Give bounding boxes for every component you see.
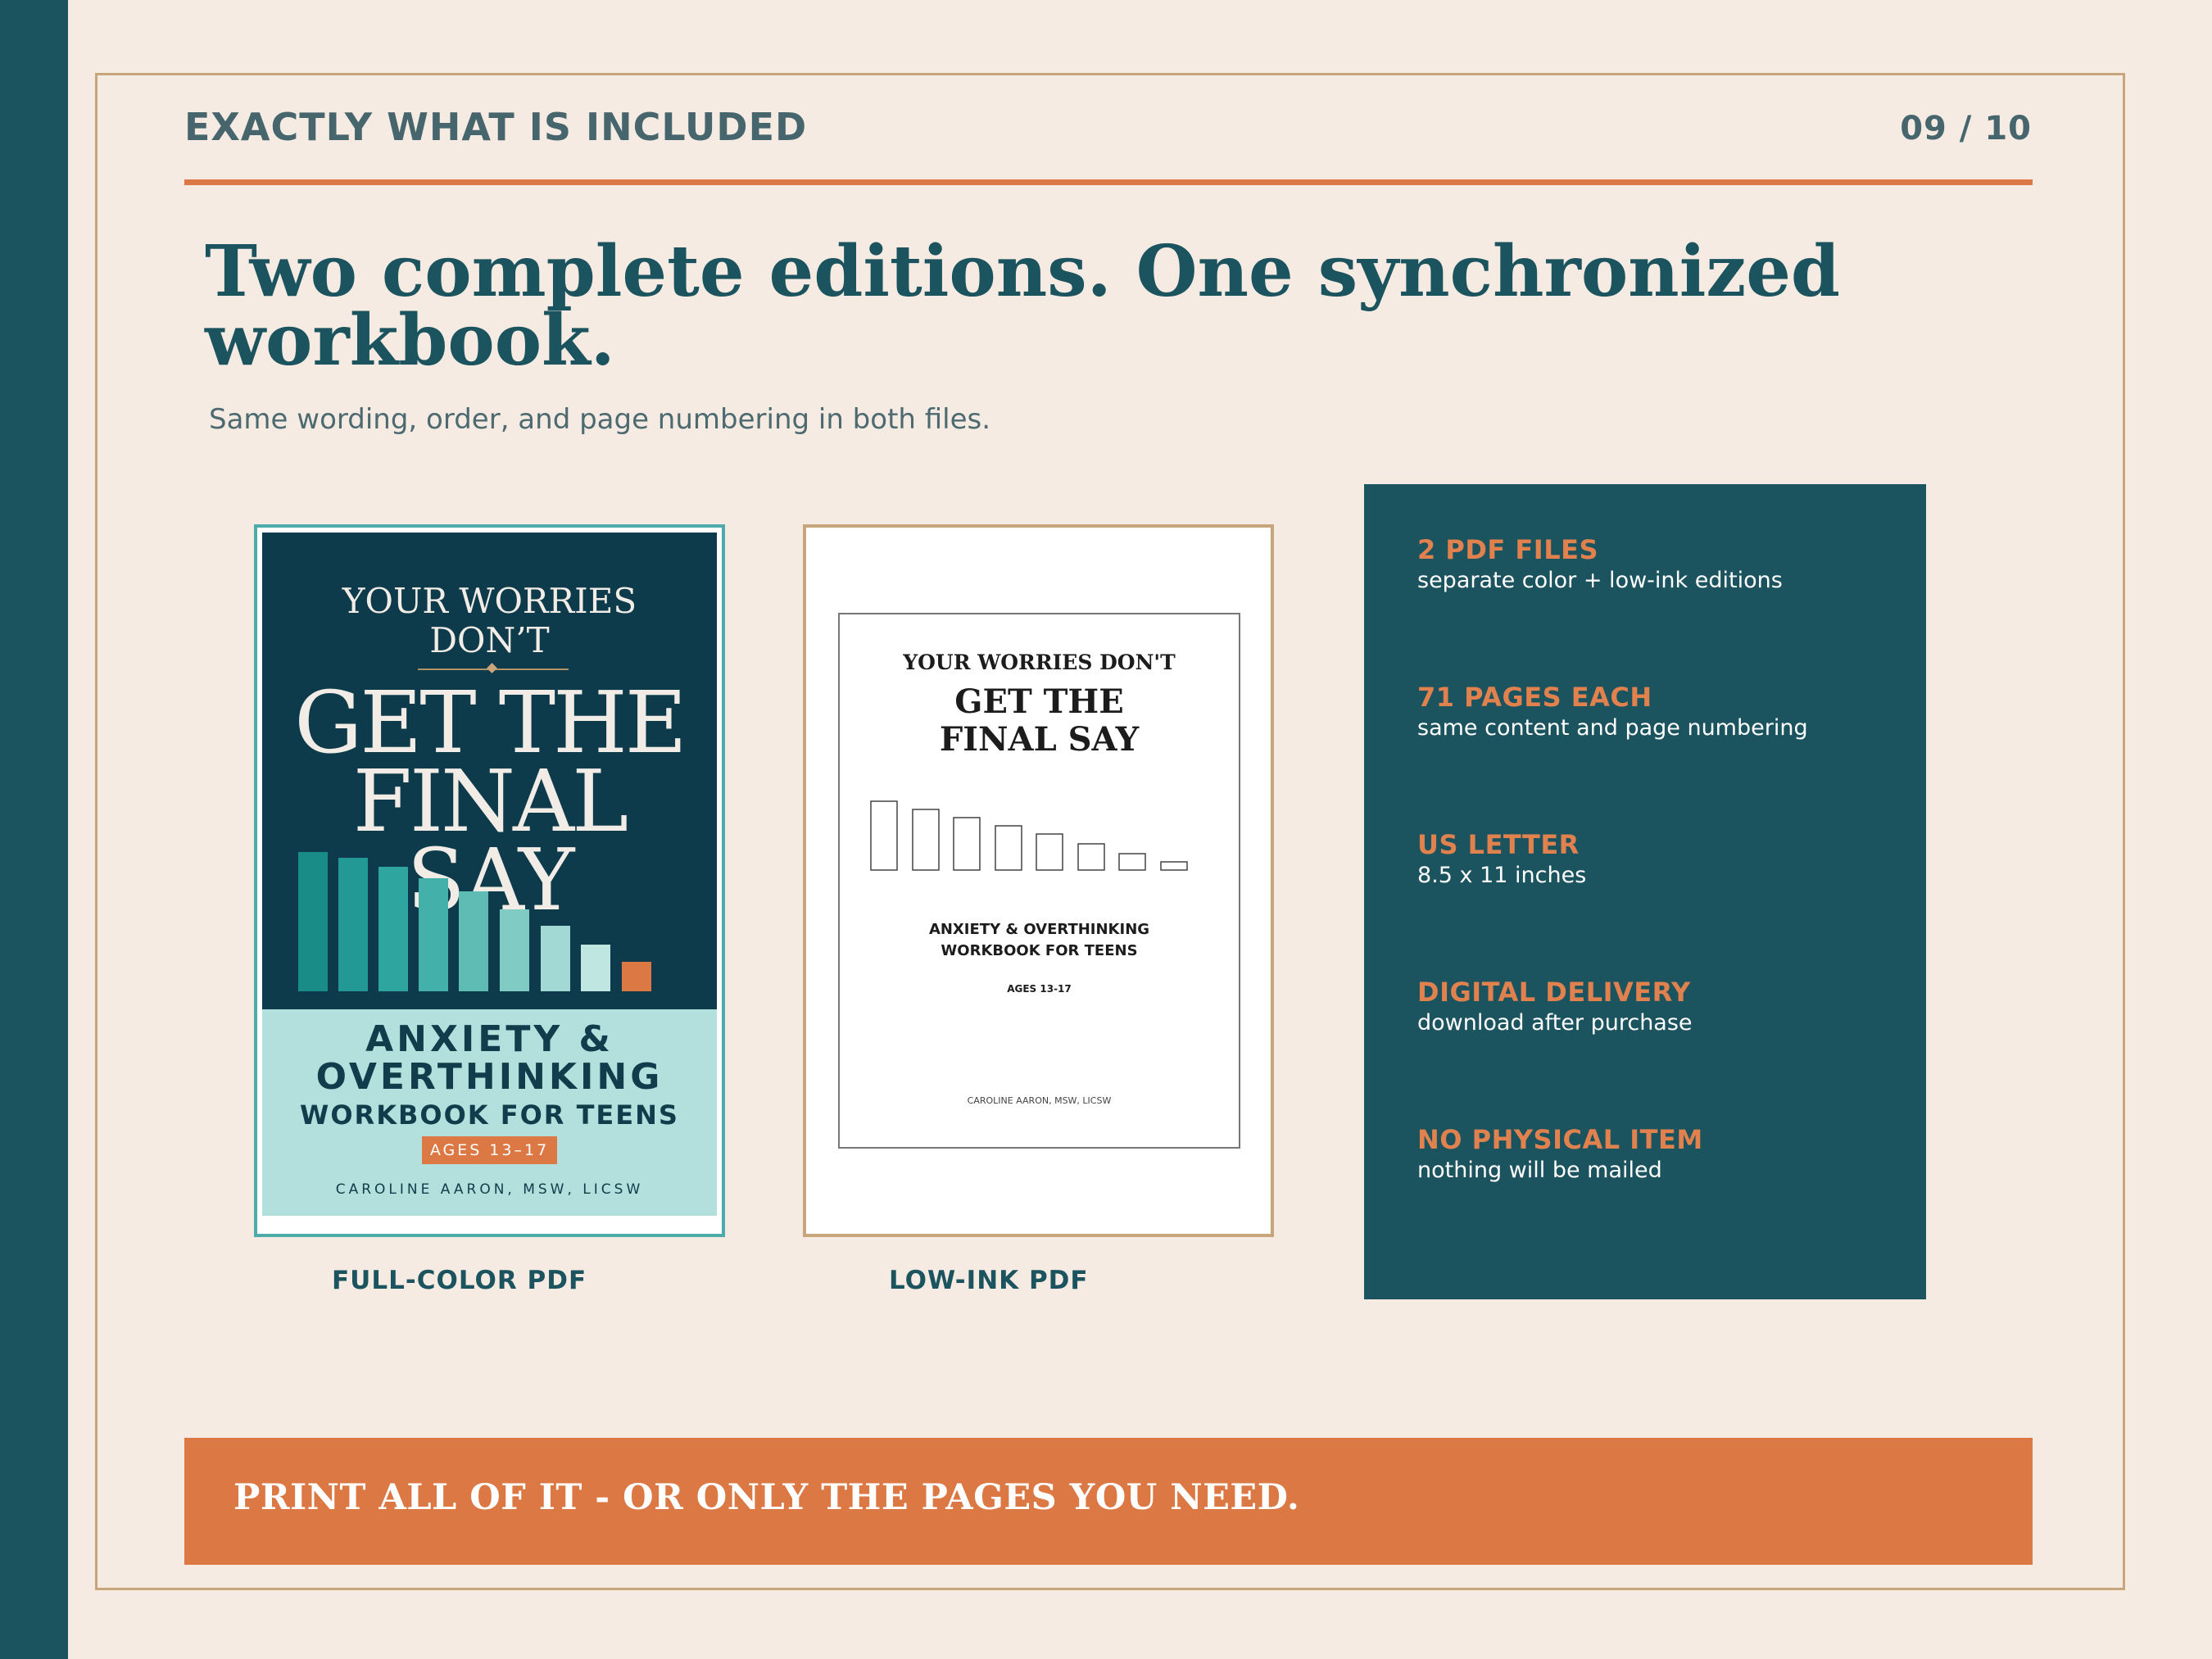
cover-workbook-label: WORKBOOK FOR TEENS <box>300 1099 679 1131</box>
bar-graphic-icon <box>298 852 651 991</box>
info-item-title: 71 PAGES EACH <box>1417 682 1652 713</box>
full-color-caption: FULL-COLOR PDF <box>332 1266 587 1295</box>
full-color-cover: YOUR WORRIES DON’T GET THE FINAL SAY ANXIE… <box>254 524 725 1237</box>
headline: Two complete editions. One synchronized … <box>205 230 1841 382</box>
low-ink-author: CAROLINE AARON, MSW, LICSW <box>967 1095 1112 1106</box>
info-item-title: DIGITAL DELIVERY <box>1417 977 1691 1008</box>
low-ink-caption: LOW-INK PDF <box>889 1266 1089 1295</box>
low-ink-cover: YOUR WORRIES DON'T GET THE FINAL SAY ANXI… <box>803 524 1274 1237</box>
info-item-detail: separate color + low-ink editions <box>1417 568 1783 593</box>
info-item-pdf-files: 2 PDF FILES separate color + low-ink edi… <box>1417 533 1783 596</box>
cover-author: CAROLINE AARON, MSW, LICSW <box>335 1181 644 1198</box>
info-item-title: 2 PDF FILES <box>1417 534 1598 565</box>
info-item-size: US LETTER 8.5 x 11 inches <box>1417 828 1586 891</box>
outline-bar-graphic-icon <box>870 800 1188 871</box>
subheadline: Same wording, order, and page numbering … <box>209 403 991 436</box>
cover-top-panel: YOUR WORRIES DON’T GET THE FINAL SAY <box>262 533 717 1009</box>
ages-badge: AGES 13–17 <box>422 1136 557 1164</box>
low-ink-inner-border: YOUR WORRIES DON'T GET THE FINAL SAY ANXI… <box>838 613 1240 1149</box>
side-accent-bar <box>0 0 68 1659</box>
info-item-physical: NO PHYSICAL ITEM nothing will be mailed <box>1417 1123 1703 1185</box>
cover-bottom-panel: ANXIETY & OVERTHINKING WORKBOOK FOR TEENS… <box>262 1009 717 1216</box>
info-item-pages: 71 PAGES EACH same content and page numb… <box>1417 681 1808 743</box>
page-number: 09 / 10 <box>1900 110 2032 147</box>
info-item-detail: nothing will be mailed <box>1417 1158 1662 1183</box>
section-title: EXACTLY WHAT IS INCLUDED <box>184 105 808 149</box>
info-item-detail: 8.5 x 11 inches <box>1417 863 1587 888</box>
cover-subtitle: ANXIETY & OVERTHINKING <box>315 1018 664 1098</box>
info-item-title: NO PHYSICAL ITEM <box>1417 1124 1703 1155</box>
low-ink-subtitle: ANXIETY & OVERTHINKING WORKBOOK FOR TEENS <box>928 921 1150 959</box>
print-banner: PRINT ALL OF IT - OR ONLY THE PAGES YOU … <box>184 1438 2033 1565</box>
info-item-detail: same content and page numbering <box>1417 715 1808 741</box>
info-item-detail: download after purchase <box>1417 1010 1693 1036</box>
info-item-delivery: DIGITAL DELIVERY download after purchase <box>1417 976 1693 1038</box>
info-item-title: US LETTER <box>1417 829 1580 860</box>
info-panel: 2 PDF FILES separate color + low-ink edi… <box>1364 484 1926 1299</box>
header-divider <box>184 179 2033 185</box>
banner-text: PRINT ALL OF IT - OR ONLY THE PAGES YOU … <box>233 1477 1300 1518</box>
low-ink-ages: AGES 13-17 <box>1007 983 1072 995</box>
